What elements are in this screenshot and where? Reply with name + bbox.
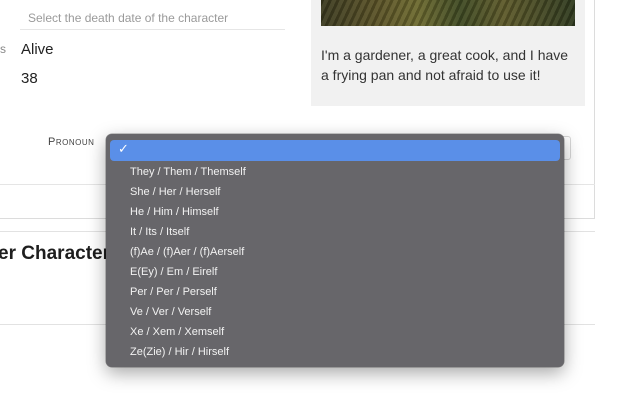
checkmark-icon: ✓: [118, 142, 129, 157]
section-heading: er Character: [0, 243, 110, 265]
dropdown-option[interactable]: It / Its / Itself: [130, 222, 189, 242]
dropdown-option[interactable]: Ve / Ver / Verself: [130, 302, 211, 322]
dropdown-option-empty-selected[interactable]: ✓: [110, 140, 560, 161]
dropdown-option[interactable]: Ze(Zie) / Hir / Hirself: [130, 342, 229, 362]
dropdown-option[interactable]: Per / Per / Perself: [130, 282, 217, 302]
section-heading-text: er Character: [0, 243, 110, 264]
age-value: 38: [21, 70, 38, 87]
dropdown-option[interactable]: (f)Ae / (f)Aer / (f)Aerself: [130, 242, 244, 262]
bio-text: I'm a gardener, a great cook, and I have…: [321, 47, 569, 83]
card-right-border: [594, 0, 595, 219]
pronoun-label: Pronoun: [48, 136, 95, 148]
dropdown-option[interactable]: She / Her / Herself: [130, 182, 220, 202]
status-label: s: [0, 42, 6, 56]
pronoun-dropdown-menu[interactable]: ✓ They / Them / Themself She / Her / Her…: [106, 134, 564, 367]
status-value: Alive: [21, 41, 54, 58]
dropdown-option[interactable]: E(Ey) / Em / Eirelf: [130, 262, 217, 282]
death-date-input[interactable]: Select the death date of the character: [20, 6, 285, 30]
dropdown-option[interactable]: They / Them / Themself: [130, 162, 246, 182]
dropdown-option[interactable]: Xe / Xem / Xemself: [130, 322, 224, 342]
dropdown-option[interactable]: He / Him / Himself: [130, 202, 219, 222]
character-portrait: [321, 0, 575, 26]
